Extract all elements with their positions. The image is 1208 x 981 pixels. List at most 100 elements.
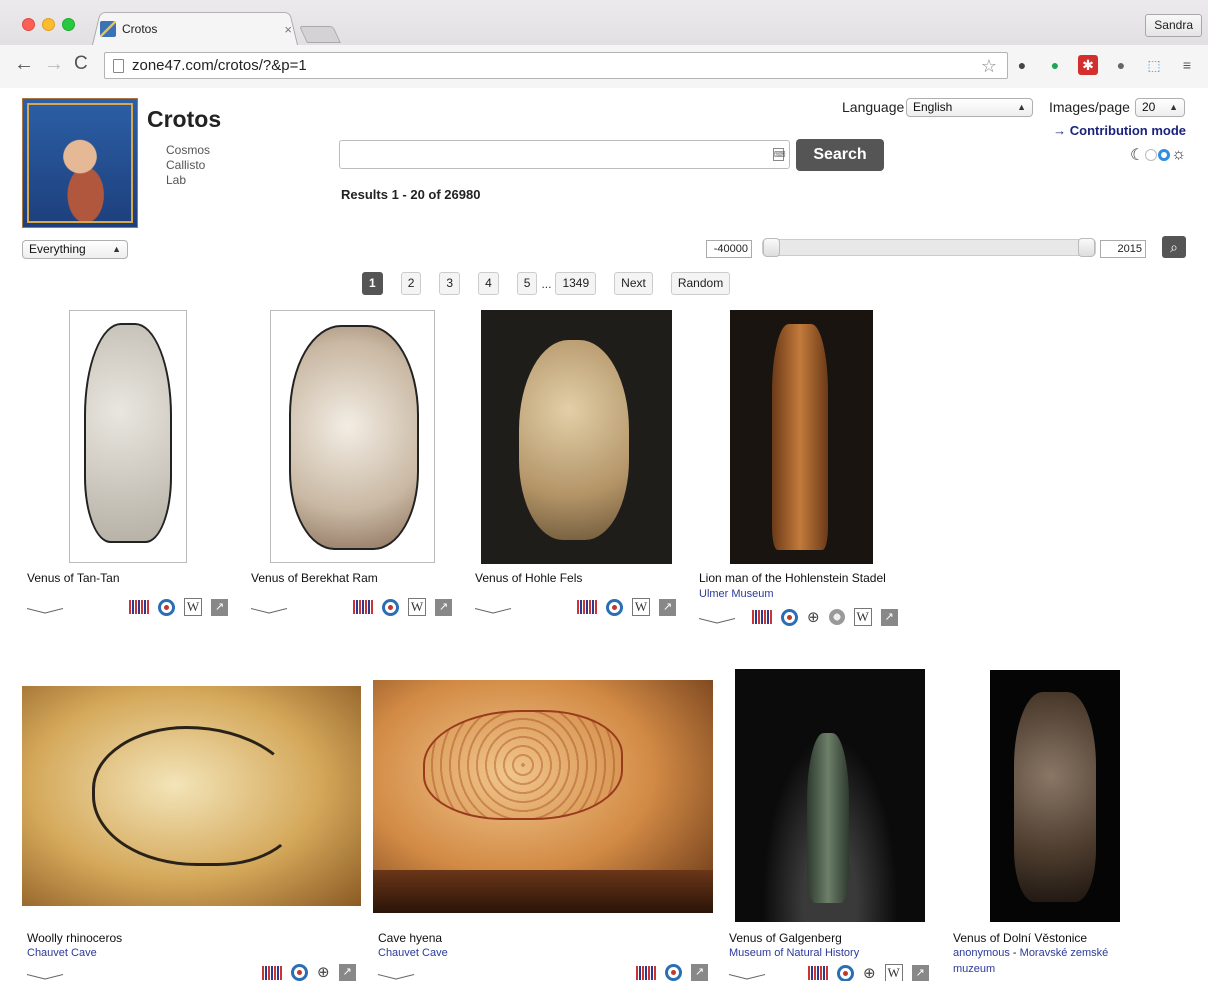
ghostery-icon[interactable]: ● <box>1111 55 1131 75</box>
wikipedia-icon[interactable]: W <box>884 964 903 981</box>
sublink-callisto[interactable]: Callisto <box>166 158 210 173</box>
expand-chevron-icon[interactable] <box>699 614 735 624</box>
external-link-icon[interactable]: ↗ <box>659 598 676 616</box>
reload-icon[interactable]: C <box>74 52 88 76</box>
year-from-input[interactable]: -40000 <box>706 240 752 258</box>
result-thumbnail[interactable] <box>990 670 1120 922</box>
hangouts-icon[interactable]: ● <box>1045 55 1065 75</box>
result-collection-link[interactable]: Museum of Natural History <box>729 947 859 959</box>
result-collection-link[interactable]: Chauvet Cave <box>378 947 448 959</box>
address-bar[interactable]: zone47.com/crotos/?&p=1 ☆ <box>104 52 1008 79</box>
expand-chevron-icon[interactable] <box>251 604 287 614</box>
commons-icon[interactable] <box>837 964 854 981</box>
wikipedia-icon[interactable]: W <box>184 598 202 616</box>
range-search-icon[interactable]: ⌕ <box>1162 236 1186 258</box>
expand-chevron-icon[interactable] <box>378 970 414 980</box>
sublink-cosmos[interactable]: Cosmos <box>166 143 210 158</box>
language-select[interactable]: English ▲ <box>906 98 1033 117</box>
result-title[interactable]: Cave hyena <box>378 931 442 945</box>
crotos-logo[interactable] <box>22 98 138 228</box>
commons-icon[interactable] <box>606 598 623 616</box>
page-last[interactable]: 1349 <box>555 272 597 295</box>
wikipedia-icon[interactable]: W <box>632 598 650 616</box>
wikidata-barcode-icon[interactable] <box>129 600 149 614</box>
external-link-icon[interactable]: ↗ <box>880 608 898 626</box>
search-input[interactable]: ⌨ <box>339 140 790 169</box>
result-title[interactable]: Venus of Tan-Tan <box>27 571 120 585</box>
result-thumbnail[interactable] <box>735 669 925 922</box>
external-link-icon[interactable]: ↗ <box>211 598 228 616</box>
menu-icon[interactable]: ≡ <box>1177 55 1197 75</box>
new-tab-button[interactable] <box>299 26 341 43</box>
result-thumbnail[interactable] <box>481 310 672 564</box>
random-button[interactable]: Random <box>670 272 731 295</box>
page-3[interactable]: 3 <box>439 272 461 295</box>
evernote-icon[interactable]: ● <box>1012 55 1032 75</box>
page-4[interactable]: 4 <box>478 272 499 295</box>
moon-icon[interactable]: ☾ <box>1130 145 1144 165</box>
tab-close-icon[interactable]: × <box>284 22 292 37</box>
wikidata-barcode-icon[interactable] <box>752 610 772 624</box>
camera-icon[interactable] <box>828 609 845 625</box>
screenshot-icon[interactable]: ⬚ <box>1144 55 1164 75</box>
result-title[interactable]: Venus of Galgenberg <box>729 931 842 945</box>
wikidata-barcode-icon[interactable] <box>577 600 597 614</box>
page-1[interactable]: 1 <box>362 272 383 295</box>
result-author-link[interactable]: anonymous <box>953 947 1010 959</box>
result-thumbnail[interactable] <box>22 686 361 906</box>
back-arrow-icon[interactable]: ← <box>14 52 34 76</box>
lastpass-icon[interactable]: ✱ <box>1078 55 1098 75</box>
commons-icon[interactable] <box>665 964 682 981</box>
page-5[interactable]: 5 <box>516 272 538 295</box>
result-collection-link-cont[interactable]: muzeum <box>953 963 995 975</box>
result-title[interactable]: Venus of Hohle Fels <box>475 571 582 585</box>
expand-chevron-icon[interactable] <box>475 604 511 614</box>
external-link-icon[interactable]: ↗ <box>691 964 708 981</box>
result-title[interactable]: Woolly rhinoceros <box>27 931 122 945</box>
result-collection-link[interactable]: Moravské zemské <box>1020 947 1109 959</box>
zoom-icon[interactable]: ⊕ <box>317 965 330 980</box>
address-url[interactable]: zone47.com/crotos/?&p=1 <box>132 57 307 74</box>
external-link-icon[interactable]: ↗ <box>435 598 452 616</box>
zoom-icon[interactable]: ⊕ <box>863 966 876 981</box>
expand-chevron-icon[interactable] <box>27 970 63 980</box>
wikidata-barcode-icon[interactable] <box>262 965 282 980</box>
slider-handle-from[interactable] <box>763 238 780 257</box>
theme-light-radio[interactable] <box>1158 149 1171 161</box>
commons-icon[interactable] <box>158 598 175 616</box>
type-filter-select[interactable]: Everything ▲ <box>22 240 128 259</box>
sublink-lab[interactable]: Lab <box>166 173 210 188</box>
result-collection-link[interactable]: Chauvet Cave <box>27 947 97 959</box>
keyboard-icon[interactable]: ⌨ <box>773 148 786 161</box>
images-per-page-select[interactable]: 20 ▲ <box>1135 98 1185 117</box>
forward-arrow-icon[interactable]: → <box>44 52 64 76</box>
close-window-button[interactable] <box>22 18 35 31</box>
zoom-window-button[interactable] <box>62 18 75 31</box>
theme-dark-radio[interactable] <box>1145 149 1158 161</box>
external-link-icon[interactable]: ↗ <box>911 964 929 981</box>
year-to-input[interactable]: 2015 <box>1100 240 1146 258</box>
page-2[interactable]: 2 <box>400 272 422 295</box>
profile-button[interactable]: Sandra <box>1145 14 1202 37</box>
bookmark-star-icon[interactable]: ☆ <box>981 56 997 77</box>
result-title[interactable]: Venus of Dolní Věstonice <box>953 931 1087 945</box>
wikipedia-icon[interactable]: W <box>408 598 426 616</box>
commons-icon[interactable] <box>382 598 399 616</box>
contribution-mode-link[interactable]: → Contribution mode <box>1053 123 1186 138</box>
slider-handle-to[interactable] <box>1078 238 1095 257</box>
tab-content[interactable]: Crotos × <box>100 19 296 39</box>
result-thumbnail[interactable] <box>373 680 713 913</box>
result-thumbnail[interactable] <box>69 310 187 563</box>
result-thumbnail[interactable] <box>730 310 873 564</box>
expand-chevron-icon[interactable] <box>729 970 765 980</box>
result-collection-link[interactable]: Ulmer Museum <box>699 588 774 600</box>
result-title[interactable]: Lion man of the Hohlenstein Stadel <box>699 571 886 585</box>
result-thumbnail[interactable] <box>270 310 435 563</box>
commons-icon[interactable] <box>781 608 798 626</box>
next-page-button[interactable]: Next <box>614 272 653 295</box>
search-button[interactable]: Search <box>796 139 884 171</box>
wikipedia-icon[interactable]: W <box>853 608 872 626</box>
commons-icon[interactable] <box>291 964 308 981</box>
wikidata-barcode-icon[interactable] <box>353 600 373 614</box>
expand-chevron-icon[interactable] <box>27 604 63 614</box>
